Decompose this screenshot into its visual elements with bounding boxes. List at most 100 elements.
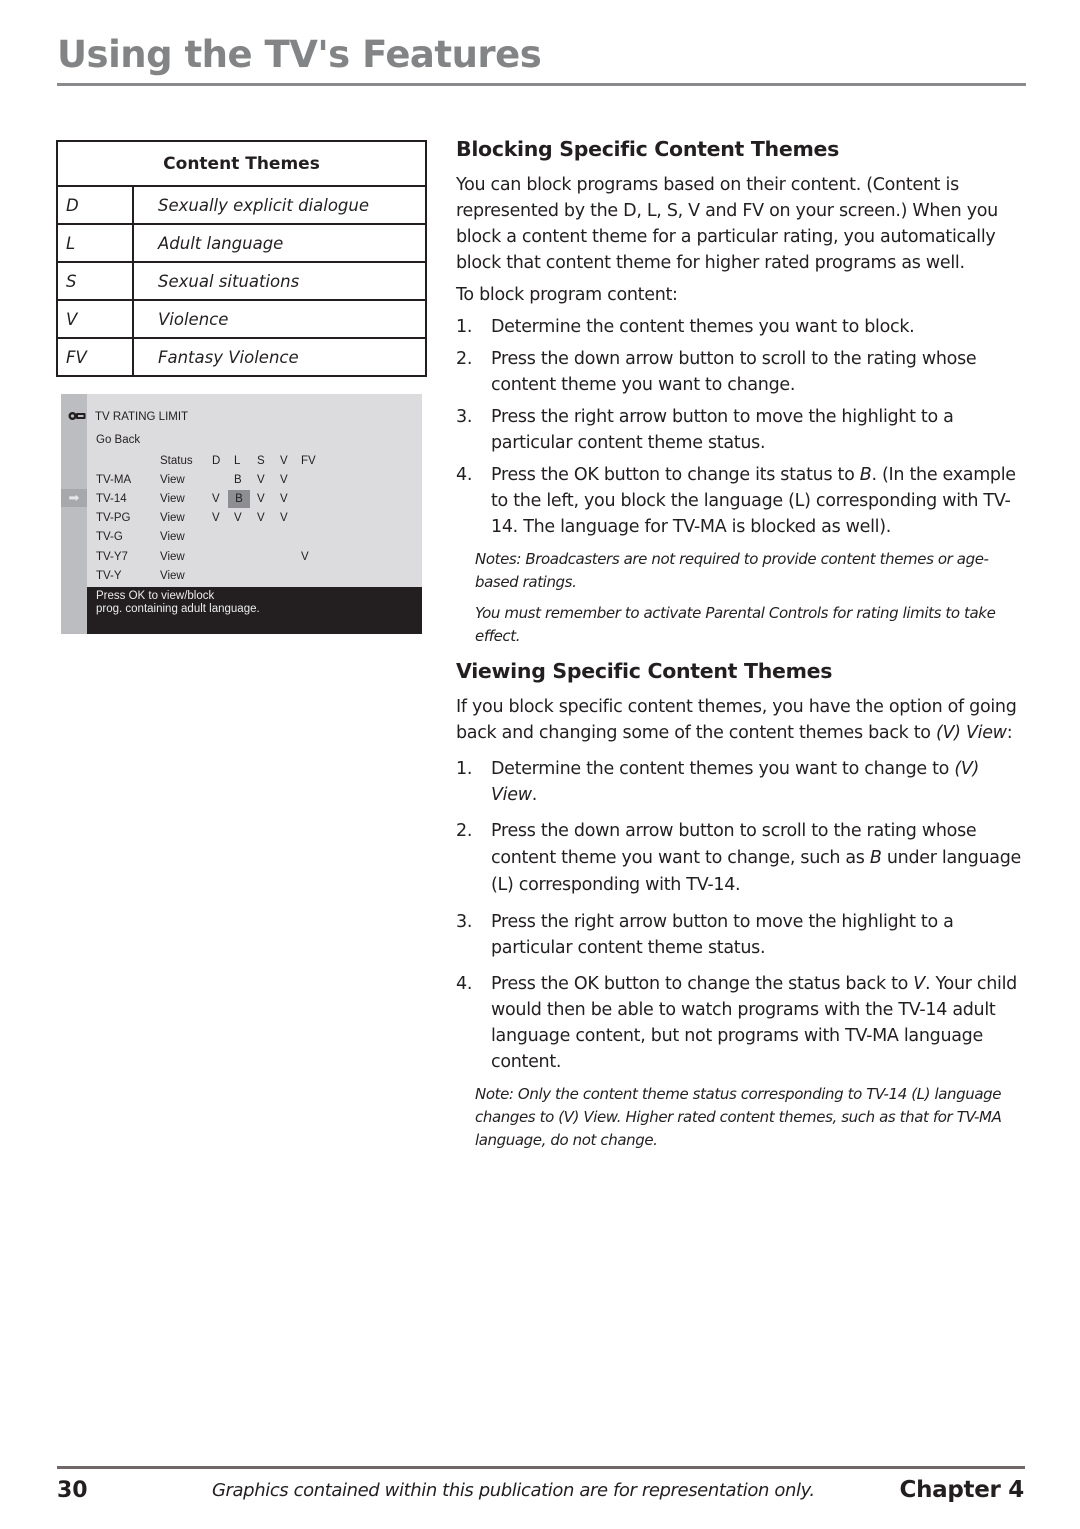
- rating-label: TV-G: [96, 531, 123, 543]
- tv-rating-limit-menu: ➡ TV RATING LIMIT Go Back Status D L S V…: [61, 394, 422, 634]
- column-l: L: [234, 455, 241, 467]
- rating-status[interactable]: View: [160, 490, 185, 508]
- cell-v[interactable]: V: [280, 471, 288, 489]
- rating-label: TV-14: [96, 493, 127, 505]
- content-themes-table: Content Themes D Sexually explicit dialo…: [56, 140, 427, 377]
- blocking-heading: Blocking Specific Content Themes: [456, 137, 840, 161]
- cell-l[interactable]: V: [234, 509, 242, 527]
- blocking-lead: To block program content:: [456, 285, 678, 305]
- selected-row-arrow-icon: ➡: [61, 489, 87, 507]
- viewing-heading: Viewing Specific Content Themes: [456, 659, 833, 683]
- step-item: 4. Press the OK button to change the sta…: [456, 971, 1028, 1075]
- blocking-note-2: You must remember to activate Parental C…: [475, 604, 996, 645]
- rating-row-selected[interactable]: TV-14 View V B V V: [96, 490, 396, 508]
- cell-v[interactable]: V: [280, 490, 288, 508]
- rating-row[interactable]: TV-PG View V V V V: [96, 509, 396, 527]
- step-text: Determine the content themes you want to…: [491, 759, 955, 779]
- key-icon: [68, 412, 86, 420]
- theme-description: Sexual situations: [133, 261, 426, 301]
- chapter-label: Chapter 4: [899, 1477, 1025, 1503]
- viewing-steps: 1. Determine the content themes you want…: [456, 756, 1028, 1075]
- viewing-note: Note: Only the content theme status corr…: [475, 1085, 1002, 1149]
- step-item: 2. Press the down arrow button to scroll…: [456, 346, 1028, 398]
- theme-code: FV: [57, 337, 134, 377]
- step-number: 3.: [456, 407, 473, 427]
- step-text: Press the OK button to change the status…: [491, 974, 914, 994]
- step-number: 2.: [456, 349, 473, 369]
- step-text: Press the right arrow button to move the…: [491, 407, 954, 453]
- column-v: V: [280, 455, 288, 467]
- step-text: Press the down arrow button to scroll to…: [491, 349, 977, 395]
- page-title: Using the TV's Features: [57, 33, 542, 76]
- step-item: 3. Press the right arrow button to move …: [456, 404, 1028, 456]
- help-line-2: prog. containing adult language.: [96, 603, 260, 615]
- viewing-intro: If you block specific content themes, yo…: [456, 694, 1028, 746]
- step-number: 2.: [456, 821, 473, 841]
- page-number: 30: [57, 1478, 88, 1503]
- page-header: Using the TV's Features: [57, 30, 1026, 86]
- column-fv: FV: [301, 455, 316, 467]
- cell-s[interactable]: V: [257, 471, 265, 489]
- cell-fv[interactable]: V: [301, 548, 309, 566]
- cell-l-highlighted[interactable]: B: [228, 490, 250, 508]
- theme-description: Sexually explicit dialogue: [133, 185, 426, 225]
- rating-status[interactable]: View: [160, 509, 185, 527]
- step-number: 3.: [456, 912, 473, 932]
- table-row: L Adult language: [57, 223, 426, 263]
- theme-code: D: [57, 185, 134, 225]
- step-emphasis: V: [913, 974, 925, 994]
- table-row: V Violence: [57, 299, 426, 339]
- rating-status[interactable]: View: [160, 567, 185, 585]
- rating-status[interactable]: View: [160, 528, 185, 546]
- step-item: 4. Press the OK button to change its sta…: [456, 462, 1028, 540]
- cell-s[interactable]: V: [257, 490, 265, 508]
- menu-title: TV RATING LIMIT: [95, 411, 189, 423]
- step-number: 1.: [456, 759, 473, 779]
- rating-row[interactable]: TV-G View: [96, 528, 396, 546]
- rating-row[interactable]: TV-Y View: [96, 567, 396, 585]
- cell-s[interactable]: V: [257, 509, 265, 527]
- header-divider: [57, 83, 1026, 86]
- menu-side-strip: [61, 394, 87, 634]
- theme-code: V: [57, 299, 134, 339]
- column-d: D: [212, 455, 221, 467]
- cell-d[interactable]: V: [212, 509, 220, 527]
- theme-code: S: [57, 261, 134, 301]
- column-s: S: [257, 455, 265, 467]
- step-number: 4.: [456, 974, 473, 994]
- rating-status[interactable]: View: [160, 471, 185, 489]
- footer-disclaimer: Graphics contained within this publicati…: [212, 1480, 815, 1501]
- intro-emphasis: (V) View: [935, 723, 1007, 743]
- step-emphasis: B: [859, 465, 872, 485]
- theme-description: Violence: [133, 299, 426, 339]
- go-back-item[interactable]: Go Back: [96, 434, 140, 446]
- menu-help-message: Press OK to view/block prog. containing …: [87, 587, 422, 634]
- intro-text: :: [1006, 723, 1013, 743]
- table-row: S Sexual situations: [57, 261, 426, 301]
- blocking-steps: 1. Determine the content themes you want…: [456, 314, 1028, 540]
- step-text: Determine the content themes you want to…: [491, 317, 915, 337]
- table-row: D Sexually explicit dialogue: [57, 185, 426, 225]
- step-number: 1.: [456, 317, 473, 337]
- column-status: Status: [160, 455, 193, 467]
- cell-v[interactable]: V: [280, 509, 288, 527]
- step-text: .: [531, 785, 538, 805]
- column-header-row: Status D L S V FV: [96, 452, 396, 470]
- step-emphasis: B: [869, 848, 882, 868]
- footer-divider: [57, 1466, 1025, 1469]
- rating-status[interactable]: View: [160, 548, 185, 566]
- rating-label: TV-MA: [96, 474, 132, 486]
- cell-l[interactable]: B: [234, 471, 242, 489]
- rating-row[interactable]: TV-Y7 View V: [96, 548, 396, 566]
- step-item: 3. Press the right arrow button to move …: [456, 909, 1028, 961]
- step-number: 4.: [456, 465, 473, 485]
- rating-row[interactable]: TV-MA View B V V: [96, 471, 396, 489]
- step-text: Press the right arrow button to move the…: [491, 912, 954, 958]
- intro-text: If you block specific content themes, yo…: [456, 697, 1017, 743]
- step-text: Press the OK button to change its status…: [491, 465, 860, 485]
- theme-description: Adult language: [133, 223, 426, 263]
- rating-label: TV-PG: [96, 512, 131, 524]
- step-item: 1. Determine the content themes you want…: [456, 756, 1028, 808]
- theme-description: Fantasy Violence: [133, 337, 426, 377]
- cell-d[interactable]: V: [212, 490, 220, 508]
